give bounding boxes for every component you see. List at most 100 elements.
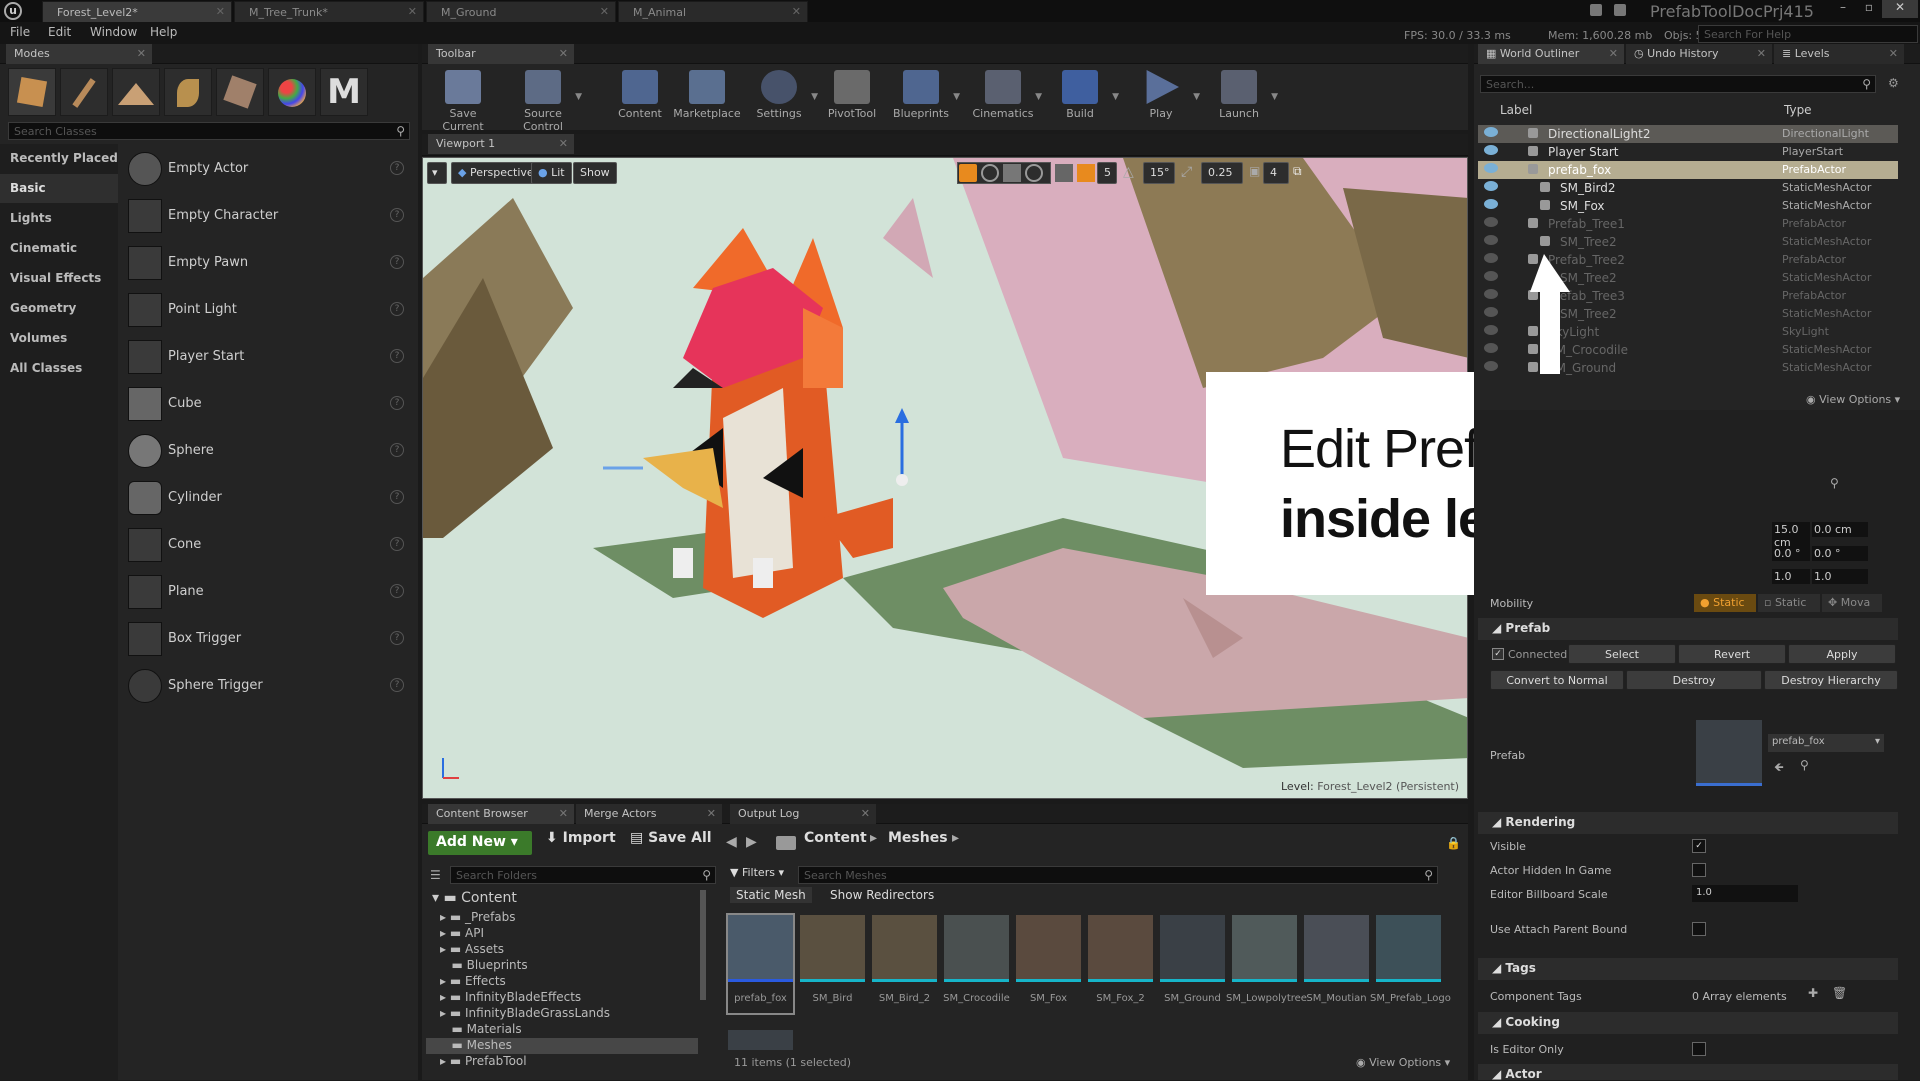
filter-chip-show-redirectors[interactable]: Show Redirectors	[824, 887, 940, 903]
place-item-sphere-trigger[interactable]: Sphere Trigger?	[124, 665, 410, 709]
asset-tile[interactable]: SM_Prefab_Logo	[1370, 915, 1451, 1013]
scale-snap-icon[interactable]: ⤢	[1181, 164, 1199, 182]
outliner-settings-icon[interactable]: ⚙	[1888, 76, 1899, 90]
place-mode-icon[interactable]	[8, 68, 56, 116]
doc-tab[interactable]: Forest_Level2* ✕	[42, 1, 232, 22]
menu-edit[interactable]: Edit	[48, 25, 71, 39]
folders-scrollbar[interactable]	[700, 890, 706, 1000]
scale-tool-icon[interactable]	[1003, 164, 1021, 182]
outliner-view-options[interactable]: ◉ View Options ▾	[1806, 393, 1900, 406]
asset-tile[interactable]: prefab_fox	[726, 913, 795, 1015]
asset-tile[interactable]: SM_Crocodile	[943, 915, 1010, 1013]
visibility-eye-icon[interactable]	[1484, 253, 1498, 263]
category-geometry[interactable]: Geometry	[0, 294, 118, 323]
asset-tile[interactable]: SM_Moutian	[1304, 915, 1369, 1013]
search-meshes-input[interactable]: Search Meshes ⚲	[798, 866, 1438, 884]
visibility-eye-icon[interactable]	[1484, 325, 1498, 335]
tab-levels[interactable]: ≣ Levels ✕	[1774, 44, 1904, 64]
connected-checkbox[interactable]: ✓	[1492, 648, 1504, 660]
sources-toggle-icon[interactable]: ☰	[430, 868, 441, 882]
asset-tile[interactable]: SM_Lowpolytree	[1226, 915, 1307, 1013]
browse-icon[interactable]: ⚲	[1800, 758, 1809, 772]
category-all-classes[interactable]: All Classes	[0, 354, 118, 383]
menu-help[interactable]: Help	[150, 25, 177, 39]
mode-dots-icon[interactable]	[268, 68, 316, 116]
place-item-player-start[interactable]: Player Start?	[124, 336, 410, 380]
destroy-button[interactable]: Destroy	[1626, 670, 1762, 690]
transform-field[interactable]: 1.0	[1772, 569, 1810, 584]
tab-undo-history[interactable]: ◷ Undo History ✕	[1626, 44, 1772, 64]
doc-tab[interactable]: M_Ground ✕	[426, 1, 616, 22]
place-item-empty-actor[interactable]: Empty Actor?	[124, 148, 410, 192]
cinematics-button[interactable]: Cinematics ▼	[968, 66, 1042, 126]
editor-only-checkbox[interactable]	[1692, 1042, 1706, 1056]
prefab-asset-dropdown[interactable]: prefab_fox ▾	[1768, 734, 1884, 752]
visibility-eye-icon[interactable]	[1484, 163, 1498, 173]
landscape-mode-icon[interactable]	[112, 68, 160, 116]
breadcrumb-content[interactable]: Content	[804, 830, 867, 856]
merge-mode-icon[interactable]: M	[320, 68, 368, 116]
section-prefab[interactable]: ◢ Prefab	[1478, 618, 1898, 640]
doc-tab[interactable]: M_Animal ✕	[618, 1, 808, 22]
visibility-eye-icon[interactable]	[1484, 271, 1498, 281]
place-item-point-light[interactable]: Point Light?	[124, 289, 410, 333]
folder-item[interactable]: ▬ Blueprints	[440, 958, 527, 974]
outliner-col-label[interactable]: Label	[1500, 103, 1532, 117]
add-element-icon[interactable]: ✚	[1808, 986, 1818, 1000]
mobility-stationary-button[interactable]: ▫ Static	[1758, 594, 1820, 612]
prefab-apply-button[interactable]: Apply	[1788, 644, 1896, 664]
add-new-button[interactable]: Add New ▾	[428, 831, 532, 855]
launch-button[interactable]: Launch ▼	[1204, 66, 1278, 126]
details-search-icon[interactable]: ⚲	[1830, 476, 1839, 490]
place-item-cube[interactable]: Cube?	[124, 383, 410, 427]
surface-snap-icon[interactable]	[1055, 164, 1073, 182]
visibility-eye-icon[interactable]	[1484, 199, 1498, 209]
folder-item[interactable]: ▬ Materials	[440, 1022, 521, 1038]
mobility-movable-button[interactable]: ✥ Mova	[1822, 594, 1882, 612]
category-cinematic[interactable]: Cinematic	[0, 234, 118, 263]
close-window-button[interactable]: ✕	[1882, 0, 1918, 18]
foliage-mode-icon[interactable]	[164, 68, 212, 116]
tab-merge-actors[interactable]: Merge Actors ✕	[576, 804, 722, 824]
prefab-revert-button[interactable]: Revert	[1678, 644, 1786, 664]
place-item-plane[interactable]: Plane?	[124, 571, 410, 615]
help-search-input[interactable]: Search For Help	[1698, 25, 1918, 43]
folder-item[interactable]: ▸ ▬ _Prefabs	[440, 910, 516, 926]
prefab-select-button[interactable]: Select	[1568, 644, 1676, 664]
visibility-eye-icon[interactable]	[1484, 217, 1498, 227]
visibility-eye-icon[interactable]	[1484, 307, 1498, 317]
convert-to-normal-button[interactable]: Convert to Normal	[1490, 670, 1624, 690]
attach-parent-checkbox[interactable]	[1692, 922, 1706, 936]
delete-elements-icon[interactable]: 🗑	[1832, 986, 1847, 1000]
asset-tile-partial[interactable]	[728, 1030, 793, 1050]
view-options-button[interactable]: ◉ View Options ▾	[1356, 1056, 1450, 1069]
world-local-icon[interactable]	[1025, 164, 1043, 182]
outliner-row[interactable]: SM_Bird2 StaticMeshActor	[1478, 179, 1898, 197]
rotate-tool-icon[interactable]	[981, 164, 999, 182]
category-basic[interactable]: Basic	[0, 174, 118, 203]
geometry-mode-icon[interactable]	[216, 68, 264, 116]
tab-world-outliner[interactable]: ▦ World Outliner ✕	[1478, 44, 1624, 64]
folder-item[interactable]: ▸ ▬ Assets	[440, 942, 504, 958]
asset-tile[interactable]: SM_Bird_2	[872, 915, 937, 1013]
doc-tab[interactable]: M_Tree_Trunk* ✕	[234, 1, 424, 22]
visibility-eye-icon[interactable]	[1484, 343, 1498, 353]
place-item-empty-character[interactable]: Empty Character?	[124, 195, 410, 239]
rotation-snap-icon[interactable]: △	[1123, 164, 1141, 182]
visibility-eye-icon[interactable]	[1484, 181, 1498, 191]
forward-arrow-icon[interactable]: ▶	[746, 834, 757, 850]
prefab-thumbnail[interactable]	[1696, 720, 1762, 786]
perspective-button[interactable]: ◆ Perspective	[451, 162, 541, 184]
place-item-empty-pawn[interactable]: Empty Pawn?	[124, 242, 410, 286]
folder-item[interactable]: ▸ ▬ InfinityBladeGrassLands	[440, 1006, 610, 1022]
place-item-sphere[interactable]: Sphere?	[124, 430, 410, 474]
section-actor[interactable]: ◢ Actor	[1478, 1064, 1898, 1081]
lit-button[interactable]: ● Lit	[531, 162, 572, 184]
blueprints-button[interactable]: Blueprints ▼	[886, 66, 960, 126]
breadcrumb-meshes[interactable]: Meshes	[888, 830, 948, 856]
section-cooking[interactable]: ◢ Cooking	[1478, 1012, 1898, 1034]
marketplace-button[interactable]: Marketplace	[672, 66, 742, 126]
section-rendering[interactable]: ◢ Rendering	[1478, 812, 1898, 834]
visibility-eye-icon[interactable]	[1484, 145, 1498, 155]
filters-button[interactable]: ▼ Filters ▾	[730, 866, 784, 879]
